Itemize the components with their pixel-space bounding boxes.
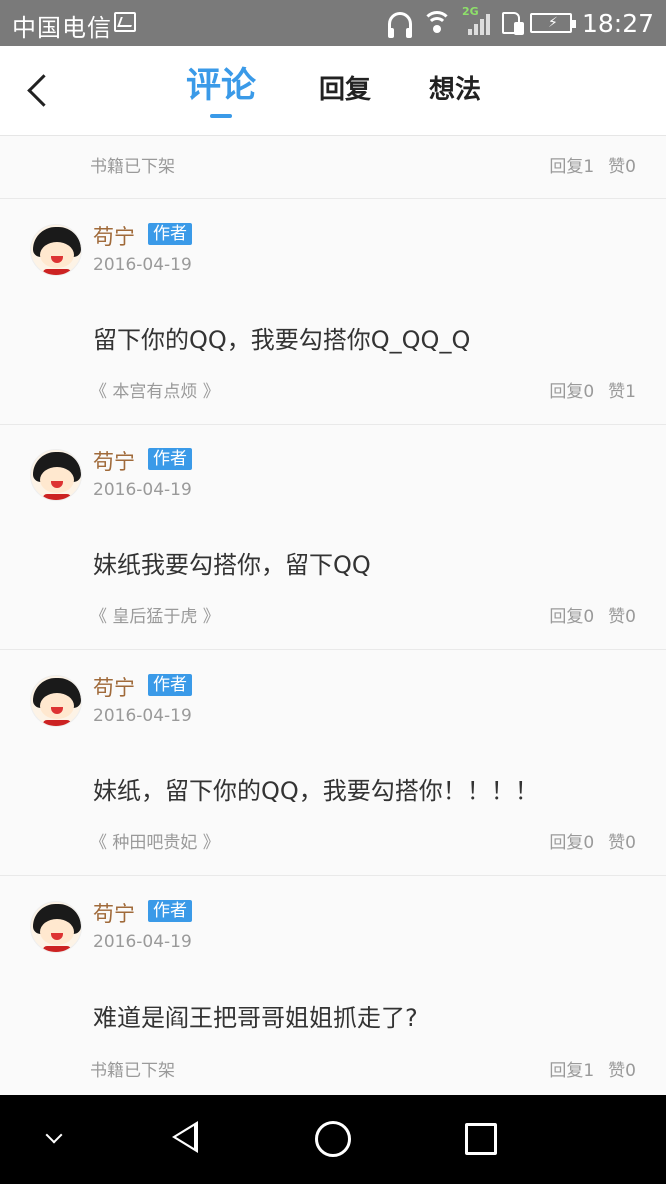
- tab-replies[interactable]: 回复: [319, 70, 371, 110]
- tab-thoughts[interactable]: 想法: [429, 70, 481, 110]
- author-badge: 作者: [148, 223, 192, 245]
- comment-item[interactable]: 苟宁 作者 2016-04-19 妹纸，留下你的QQ，我要勾搭你！！！！ 《 种…: [0, 650, 666, 876]
- like-count[interactable]: 赞0: [608, 1056, 636, 1081]
- username[interactable]: 苟宁: [93, 898, 135, 928]
- back-arrow-icon[interactable]: [18, 66, 62, 116]
- comment-stats: 回复1 赞0: [549, 152, 636, 177]
- nav-recents-icon[interactable]: [465, 1123, 497, 1155]
- comment-text[interactable]: 难道是阎王把哥哥姐姐抓走了?: [93, 998, 418, 1033]
- username[interactable]: 苟宁: [93, 221, 135, 251]
- like-count[interactable]: 赞0: [608, 828, 636, 853]
- status-bar: 中国电信 2G ⚡ 18:27: [0, 0, 666, 46]
- headset-icon: [387, 12, 412, 38]
- reply-count[interactable]: 回复1: [549, 1056, 594, 1081]
- avatar[interactable]: [30, 224, 82, 276]
- author-badge: 作者: [148, 448, 192, 470]
- comment-date: 2016-04-19: [93, 706, 192, 726]
- comment-text[interactable]: 留下你的QQ，我要勾搭你Q_QQ_Q: [93, 320, 470, 355]
- reply-count[interactable]: 回复0: [549, 602, 594, 627]
- comment-date: 2016-04-19: [93, 932, 192, 952]
- book-title[interactable]: 《 本宫有点烦 》: [90, 377, 220, 402]
- comment-text[interactable]: 妹纸，留下你的QQ，我要勾搭你！！！！: [93, 771, 539, 806]
- avatar[interactable]: [30, 449, 82, 501]
- image-notification-icon: [114, 12, 136, 32]
- comment-stats: 回复0 赞1: [549, 377, 636, 402]
- reply-count[interactable]: 回复1: [549, 152, 594, 177]
- comment-text[interactable]: 妹纸我要勾搭你，留下QQ: [93, 545, 371, 580]
- author-badge: 作者: [148, 674, 192, 696]
- like-count[interactable]: 赞0: [608, 152, 636, 177]
- like-count[interactable]: 赞0: [608, 602, 636, 627]
- comment-stats: 回复0 赞0: [549, 828, 636, 853]
- comment-item[interactable]: 苟宁 作者 2016-04-19 妹纸我要勾搭你，留下QQ 《 皇后猛于虎 》 …: [0, 424, 666, 650]
- cell-signal-icon: 2G: [462, 5, 492, 37]
- avatar[interactable]: [30, 675, 82, 727]
- username[interactable]: 苟宁: [93, 672, 135, 702]
- author-badge: 作者: [148, 900, 192, 922]
- active-tab-indicator: [210, 114, 232, 118]
- nav-back-icon[interactable]: [172, 1121, 198, 1153]
- tab-comments[interactable]: 评论: [186, 66, 256, 106]
- comment-stats: 回复1 赞0: [549, 1056, 636, 1081]
- list-item[interactable]: 书籍已下架 回复1 赞0: [0, 136, 666, 199]
- sim-card-icon: [501, 12, 524, 35]
- like-count[interactable]: 赞1: [608, 377, 636, 402]
- comment-item[interactable]: 苟宁 作者 2016-04-19 留下你的QQ，我要勾搭你Q_QQ_Q 《 本宫…: [0, 199, 666, 425]
- status-icons: 2G ⚡ 18:27: [387, 5, 654, 40]
- book-title[interactable]: 《 种田吧贵妃 》: [90, 828, 220, 853]
- status-time: 18:27: [581, 8, 654, 38]
- app-header: 评论 回复 想法: [0, 46, 666, 136]
- wifi-icon: [421, 11, 452, 35]
- nav-home-icon[interactable]: [315, 1121, 351, 1157]
- network-type: 2G: [461, 5, 479, 18]
- battery-charging-icon: ⚡: [529, 13, 576, 33]
- reply-count[interactable]: 回复0: [549, 377, 594, 402]
- book-title[interactable]: 书籍已下架: [90, 152, 175, 177]
- comment-item[interactable]: 苟宁 作者 2016-04-19 难道是阎王把哥哥姐姐抓走了? 书籍已下架 回复…: [0, 876, 666, 1095]
- reply-count[interactable]: 回复0: [549, 828, 594, 853]
- comment-stats: 回复0 赞0: [549, 602, 636, 627]
- username[interactable]: 苟宁: [93, 446, 135, 476]
- avatar[interactable]: [30, 901, 82, 953]
- book-title[interactable]: 书籍已下架: [90, 1056, 175, 1081]
- comment-date: 2016-04-19: [93, 480, 192, 500]
- comment-date: 2016-04-19: [93, 255, 192, 275]
- hide-nav-chevron-icon[interactable]: [45, 1126, 63, 1144]
- navigation-bar: [0, 1095, 666, 1184]
- book-title[interactable]: 《 皇后猛于虎 》: [90, 602, 220, 627]
- carrier-name: 中国电信: [12, 14, 112, 42]
